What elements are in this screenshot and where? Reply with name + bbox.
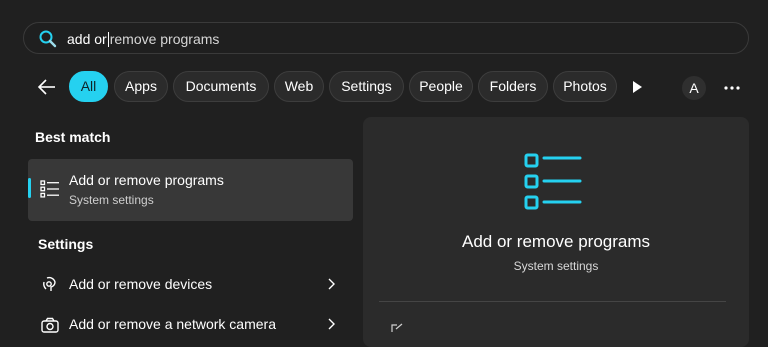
best-match-subtitle: System settings <box>69 193 154 207</box>
divider <box>379 301 726 302</box>
search-icon <box>39 30 57 48</box>
more-filters-arrow-icon[interactable] <box>630 79 644 95</box>
open-icon[interactable] <box>391 323 405 333</box>
camera-icon <box>41 317 59 333</box>
app-list-icon <box>40 180 59 198</box>
filter-people[interactable]: People <box>409 71 473 102</box>
bluetooth-devices-icon <box>43 276 56 291</box>
filter-settings[interactable]: Settings <box>329 71 404 102</box>
filter-photos[interactable]: Photos <box>553 71 617 102</box>
filter-web[interactable]: Web <box>274 71 324 102</box>
selection-indicator <box>28 178 31 198</box>
search-suggestion: remove programs <box>109 31 220 47</box>
filter-documents[interactable]: Documents <box>173 71 269 102</box>
more-options-icon[interactable] <box>721 78 743 98</box>
back-arrow-icon[interactable] <box>36 76 58 98</box>
text-caret <box>107 32 109 47</box>
account-avatar[interactable]: A <box>682 76 706 100</box>
search-typed-text: add or <box>67 31 107 47</box>
best-match-title: Add or remove programs <box>69 172 224 188</box>
best-match-heading: Best match <box>35 129 111 145</box>
settings-heading: Settings <box>38 236 94 252</box>
filter-apps[interactable]: Apps <box>114 71 168 102</box>
preview-pane: Add or remove programs System settings <box>363 117 749 347</box>
settings-result-camera[interactable]: Add or remove a network camera <box>28 304 353 344</box>
settings-result-devices[interactable]: Add or remove devices <box>28 264 353 304</box>
chevron-right-icon <box>328 278 335 290</box>
settings-result-label: Add or remove a network camera <box>69 316 276 332</box>
settings-result-label: Add or remove devices <box>69 276 213 292</box>
search-box[interactable]: add or remove programs <box>23 22 749 54</box>
filter-all[interactable]: All <box>69 71 108 102</box>
app-list-icon <box>524 153 582 210</box>
preview-title: Add or remove programs <box>461 232 651 251</box>
chevron-right-icon <box>328 318 335 330</box>
search-input[interactable]: add or remove programs <box>67 31 219 47</box>
preview-subtitle: System settings <box>513 259 599 273</box>
best-match-result[interactable]: Add or remove programs System settings <box>28 159 353 221</box>
filter-folders[interactable]: Folders <box>478 71 548 102</box>
